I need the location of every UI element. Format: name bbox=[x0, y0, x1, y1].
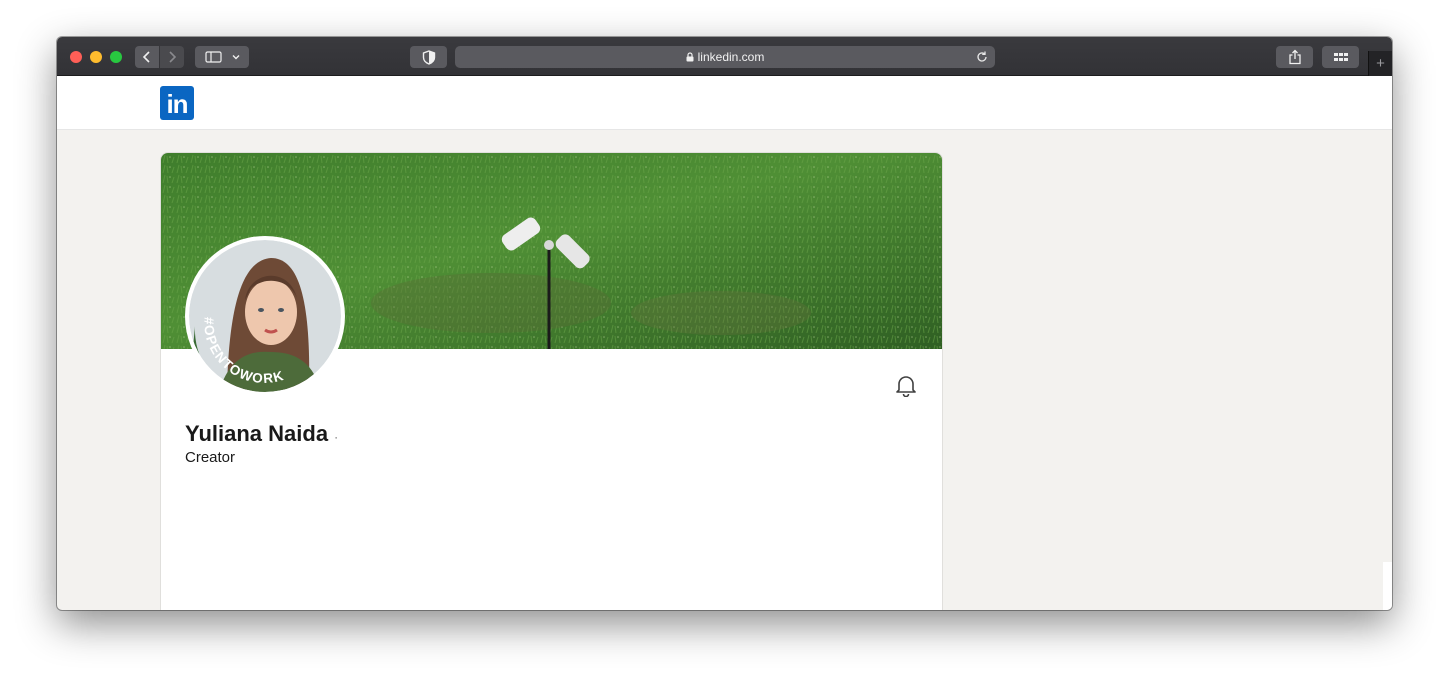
share-icon bbox=[1288, 49, 1301, 65]
avatar: #OPENTOWORK bbox=[189, 240, 341, 392]
right-edge-strip bbox=[1383, 562, 1392, 610]
profile-name: Yuliana Naida bbox=[185, 421, 329, 446]
linkedin-logo[interactable]: in bbox=[160, 86, 194, 120]
url-text: linkedin.com bbox=[697, 50, 765, 64]
close-window-button[interactable] bbox=[70, 51, 82, 63]
bell-icon[interactable] bbox=[895, 373, 917, 397]
tab-overview-icon bbox=[1333, 53, 1348, 61]
address-text-group: linkedin.com bbox=[686, 50, 765, 64]
address-bar[interactable]: linkedin.com bbox=[455, 46, 995, 68]
new-tab-button[interactable]: + bbox=[1368, 51, 1392, 76]
privacy-report-button[interactable] bbox=[410, 46, 447, 68]
forward-button[interactable] bbox=[160, 46, 184, 68]
name-separator: · bbox=[334, 430, 339, 444]
minimize-window-button[interactable] bbox=[90, 51, 102, 63]
sidebar-icon bbox=[205, 51, 240, 63]
profile-headline: Creator bbox=[185, 449, 236, 466]
linkedin-header: in bbox=[57, 76, 1392, 130]
browser-toolbar: linkedin.com + bbox=[57, 37, 1392, 76]
profile-name-row: Yuliana Naida · bbox=[185, 421, 338, 447]
lock-icon bbox=[686, 52, 694, 62]
chevron-right-icon bbox=[169, 51, 177, 63]
browser-window: linkedin.com + in #OPENTOWORK Yuliana Na… bbox=[57, 37, 1392, 610]
privacy-shield-icon bbox=[422, 49, 435, 65]
sidebar-toggle-button[interactable] bbox=[195, 46, 249, 68]
tab-overview-button[interactable] bbox=[1322, 46, 1359, 68]
share-button[interactable] bbox=[1276, 46, 1313, 68]
back-button[interactable] bbox=[135, 46, 159, 68]
profile-photo[interactable]: #OPENTOWORK bbox=[185, 236, 345, 396]
chevron-left-icon bbox=[142, 51, 150, 63]
profile-card: #OPENTOWORK Yuliana Naida · Creator bbox=[160, 152, 943, 610]
reload-icon[interactable] bbox=[975, 49, 989, 65]
fullscreen-window-button[interactable] bbox=[110, 51, 122, 63]
